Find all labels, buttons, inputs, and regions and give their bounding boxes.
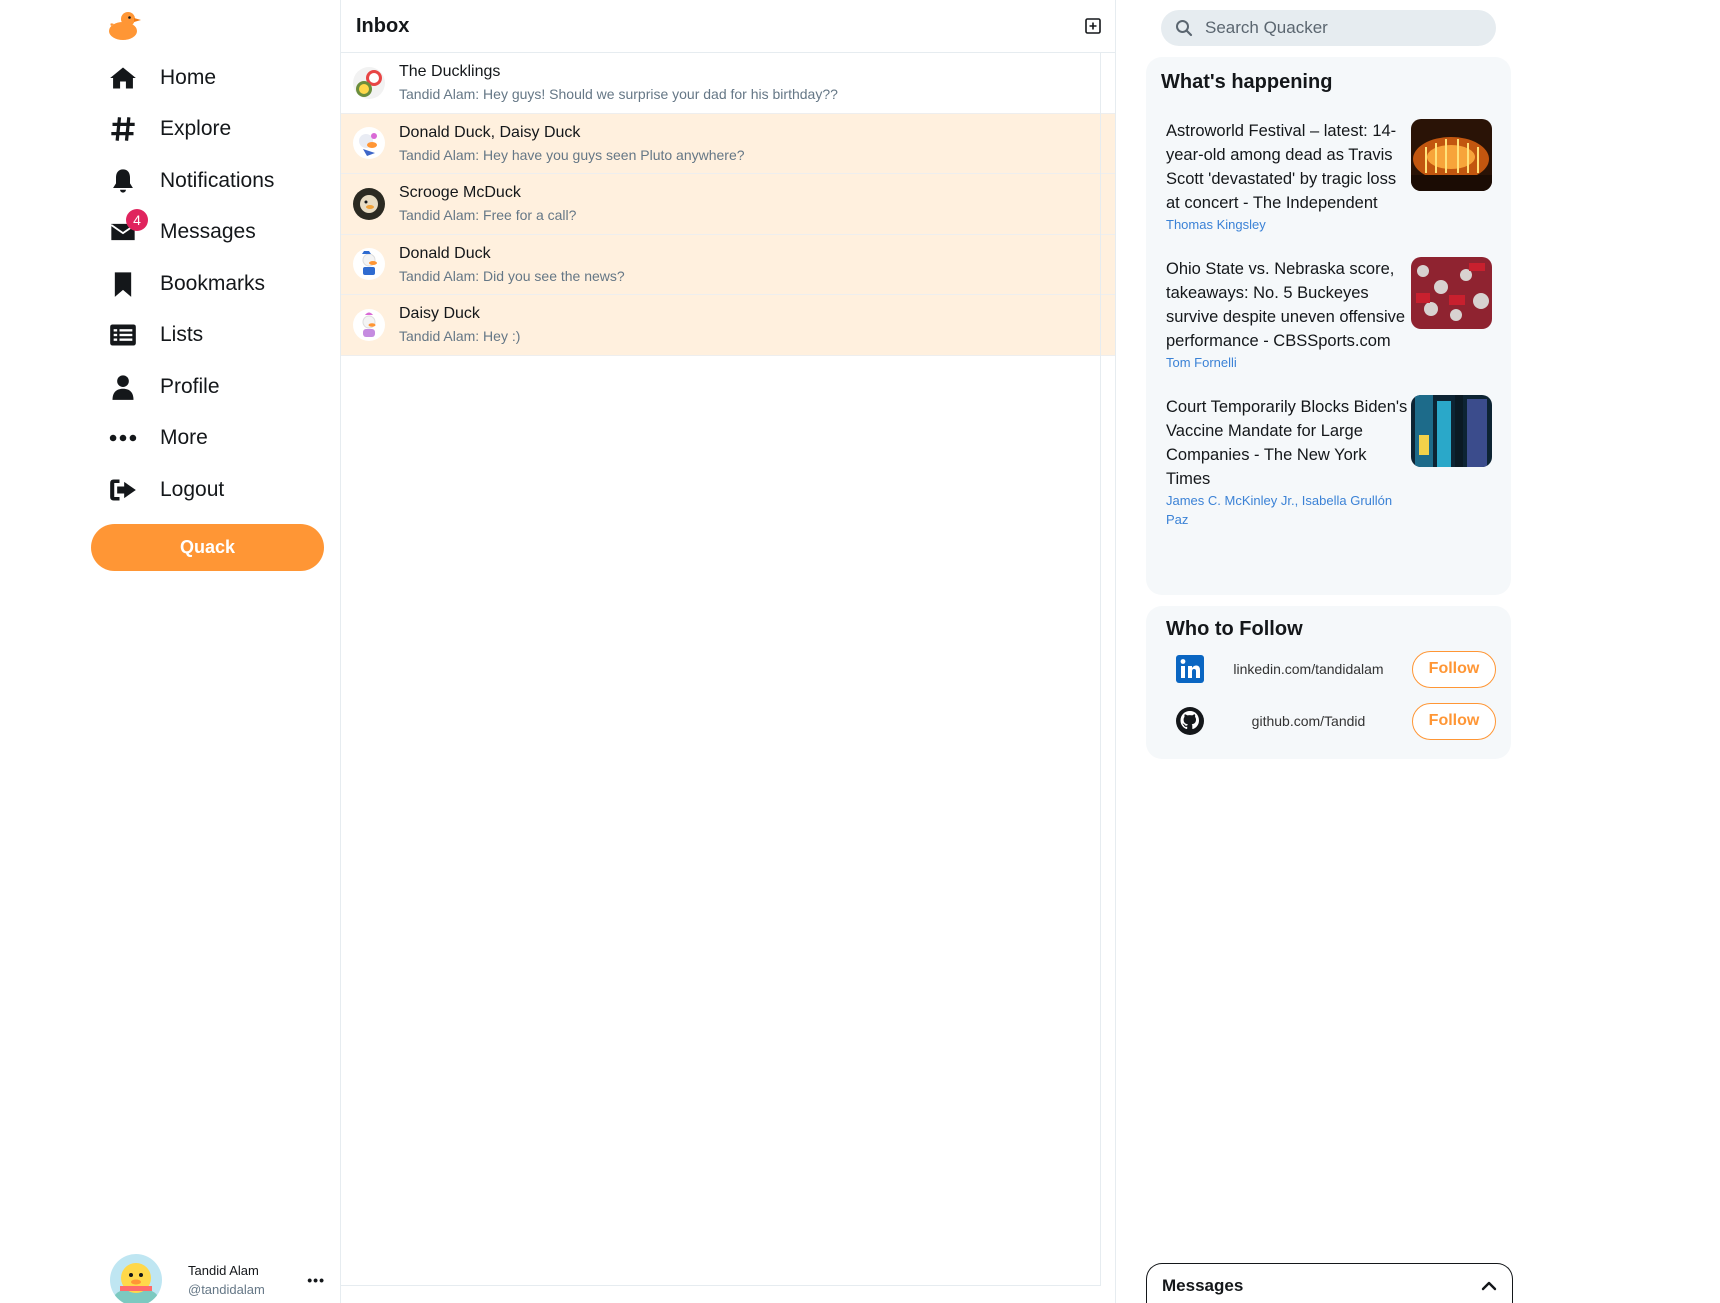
user-meta: Tandid Alam @tandidalam	[188, 1263, 265, 1297]
thread-text: Daisy Duck Tandid Alam: Hey :)	[399, 305, 520, 344]
follow-url[interactable]: linkedin.com/tandidalam	[1205, 661, 1412, 677]
nav-item-more[interactable]: More	[108, 413, 274, 465]
thread-preview: Tandid Alam: Did you see the news?	[399, 267, 625, 284]
messages-dock-title: Messages	[1162, 1275, 1244, 1295]
quack-button[interactable]: Quack	[91, 524, 324, 571]
messages-unread-badge: 4	[126, 209, 148, 232]
thread-item[interactable]: Donald Duck, Daisy Duck Tandid Alam: Hey…	[341, 113, 1115, 174]
news-thumbnail	[1411, 119, 1492, 191]
news-thumbnail	[1411, 257, 1492, 329]
news-item[interactable]: Court Temporarily Blocks Biden's Vaccine…	[1166, 395, 1496, 529]
nav-label-logout: Logout	[160, 477, 225, 501]
thread-preview: Tandid Alam: Hey have you guys seen Plut…	[399, 146, 745, 163]
nav-label-profile: Profile	[160, 374, 220, 398]
nav-label-bookmarks: Bookmarks	[160, 271, 266, 295]
nav-item-lists[interactable]: Lists	[108, 310, 274, 362]
quacker-logo-icon[interactable]	[108, 8, 142, 42]
thread-text: Donald Duck Tandid Alam: Did you see the…	[399, 245, 625, 284]
nav-item-bookmarks[interactable]: Bookmarks	[108, 258, 274, 310]
scroll-divider	[1100, 53, 1101, 1286]
news-thumbnail	[1411, 395, 1492, 467]
messages-dock[interactable]: Messages	[1146, 1263, 1513, 1303]
thread-name: The Ducklings	[399, 63, 501, 81]
user-icon	[108, 372, 138, 402]
nav-item-home[interactable]: Home	[108, 52, 274, 104]
follow-button[interactable]: Follow	[1412, 702, 1496, 740]
thread-name: Donald Duck, Daisy Duck	[399, 123, 581, 141]
nav-label-messages: Messages	[160, 220, 256, 244]
ellipsis-icon	[108, 423, 138, 453]
nav-item-profile[interactable]: Profile	[108, 361, 274, 413]
thread-preview: Tandid Alam: Free for a call?	[399, 207, 577, 224]
thread-avatar	[353, 127, 385, 160]
scroll-bottom-divider	[341, 1285, 1101, 1286]
news-author[interactable]: James C. McKinley Jr., Isabella Grullón …	[1166, 491, 1411, 529]
inbox-panel: Inbox The Ducklings Tandid Alam: Hey guy…	[340, 0, 1116, 1303]
news-headline: Ohio State vs. Nebraska score, takeaways…	[1166, 260, 1406, 350]
thread-avatar	[353, 187, 385, 220]
thread-name: Daisy Duck	[399, 305, 480, 323]
main-nav: Home Explore Notifications 4 Messages Bo…	[108, 52, 274, 516]
new-message-icon[interactable]	[1085, 18, 1101, 34]
user-handle: @tandidalam	[188, 1282, 265, 1297]
nav-label-more: More	[160, 426, 208, 450]
news-headline: Astroworld Festival – latest: 14-year-ol…	[1166, 122, 1397, 212]
thread-avatar	[353, 248, 385, 281]
news-author[interactable]: Thomas Kingsley	[1166, 215, 1411, 234]
thread-item[interactable]: Donald Duck Tandid Alam: Did you see the…	[341, 234, 1115, 295]
news-item[interactable]: Astroworld Festival – latest: 14-year-ol…	[1166, 119, 1496, 234]
follow-button[interactable]: Follow	[1412, 650, 1496, 688]
who-to-follow-panel: Who to Follow linkedin.com/tandidalam Fo…	[1146, 606, 1511, 759]
search-bar[interactable]	[1161, 10, 1496, 46]
nav-item-explore[interactable]: Explore	[108, 104, 274, 156]
envelope-icon: 4	[108, 209, 148, 247]
chevron-up-icon[interactable]	[1480, 1277, 1498, 1295]
nav-item-logout[interactable]: Logout	[108, 464, 274, 516]
list-icon	[108, 320, 138, 350]
nav-label-notifications: Notifications	[160, 168, 275, 192]
left-sidebar: Home Explore Notifications 4 Messages Bo…	[0, 0, 340, 1303]
follow-url[interactable]: github.com/Tandid	[1205, 713, 1412, 729]
thread-text: Scrooge McDuck Tandid Alam: Free for a c…	[399, 184, 576, 223]
thread-name: Scrooge McDuck	[399, 184, 521, 202]
github-icon	[1176, 707, 1204, 735]
bookmark-icon	[108, 269, 138, 299]
nav-item-messages[interactable]: 4 Messages	[108, 207, 274, 259]
news-author[interactable]: Tom Fornelli	[1166, 353, 1411, 372]
inbox-title: Inbox	[356, 14, 410, 37]
user-name: Tandid Alam	[188, 1263, 259, 1278]
thread-avatar	[353, 308, 385, 341]
thread-name: Donald Duck	[399, 244, 491, 262]
thread-preview: Tandid Alam: Hey guys! Should we surpris…	[399, 86, 838, 103]
logout-icon	[108, 475, 138, 505]
nav-label-explore: Explore	[160, 117, 232, 141]
whats-happening-title: What's happening	[1161, 71, 1333, 93]
user-avatar	[110, 1254, 162, 1303]
search-input[interactable]	[1205, 18, 1475, 38]
thread-avatar	[353, 66, 385, 99]
search-icon	[1176, 20, 1193, 37]
thread-item[interactable]: Daisy Duck Tandid Alam: Hey :)	[341, 295, 1115, 356]
nav-label-home: Home	[160, 65, 217, 89]
home-icon	[108, 63, 138, 93]
user-options-ellipsis-icon[interactable]: •••	[307, 1272, 325, 1288]
follow-suggestion: linkedin.com/tandidalam Follow	[1166, 650, 1496, 688]
thread-item[interactable]: The Ducklings Tandid Alam: Hey guys! Sho…	[341, 53, 1115, 114]
inbox-header: Inbox	[341, 0, 1115, 53]
linkedin-icon	[1176, 655, 1204, 683]
thread-preview: Tandid Alam: Hey :)	[399, 328, 521, 345]
bell-icon	[108, 166, 138, 196]
nav-label-lists: Lists	[160, 323, 204, 347]
thread-item[interactable]: Scrooge McDuck Tandid Alam: Free for a c…	[341, 174, 1115, 235]
nav-item-notifications[interactable]: Notifications	[108, 155, 274, 207]
who-to-follow-title: Who to Follow	[1166, 618, 1303, 640]
thread-text: Donald Duck, Daisy Duck Tandid Alam: Hey…	[399, 124, 745, 163]
whats-happening-panel: What's happening Astroworld Festival – l…	[1146, 57, 1511, 595]
hashtag-icon	[108, 114, 138, 144]
news-item[interactable]: Ohio State vs. Nebraska score, takeaways…	[1166, 257, 1496, 372]
thread-text: The Ducklings Tandid Alam: Hey guys! Sho…	[399, 63, 838, 102]
news-headline: Court Temporarily Blocks Biden's Vaccine…	[1166, 398, 1408, 488]
current-user-card[interactable]: Tandid Alam @tandidalam •••	[110, 1254, 325, 1303]
follow-suggestion: github.com/Tandid Follow	[1166, 702, 1496, 740]
